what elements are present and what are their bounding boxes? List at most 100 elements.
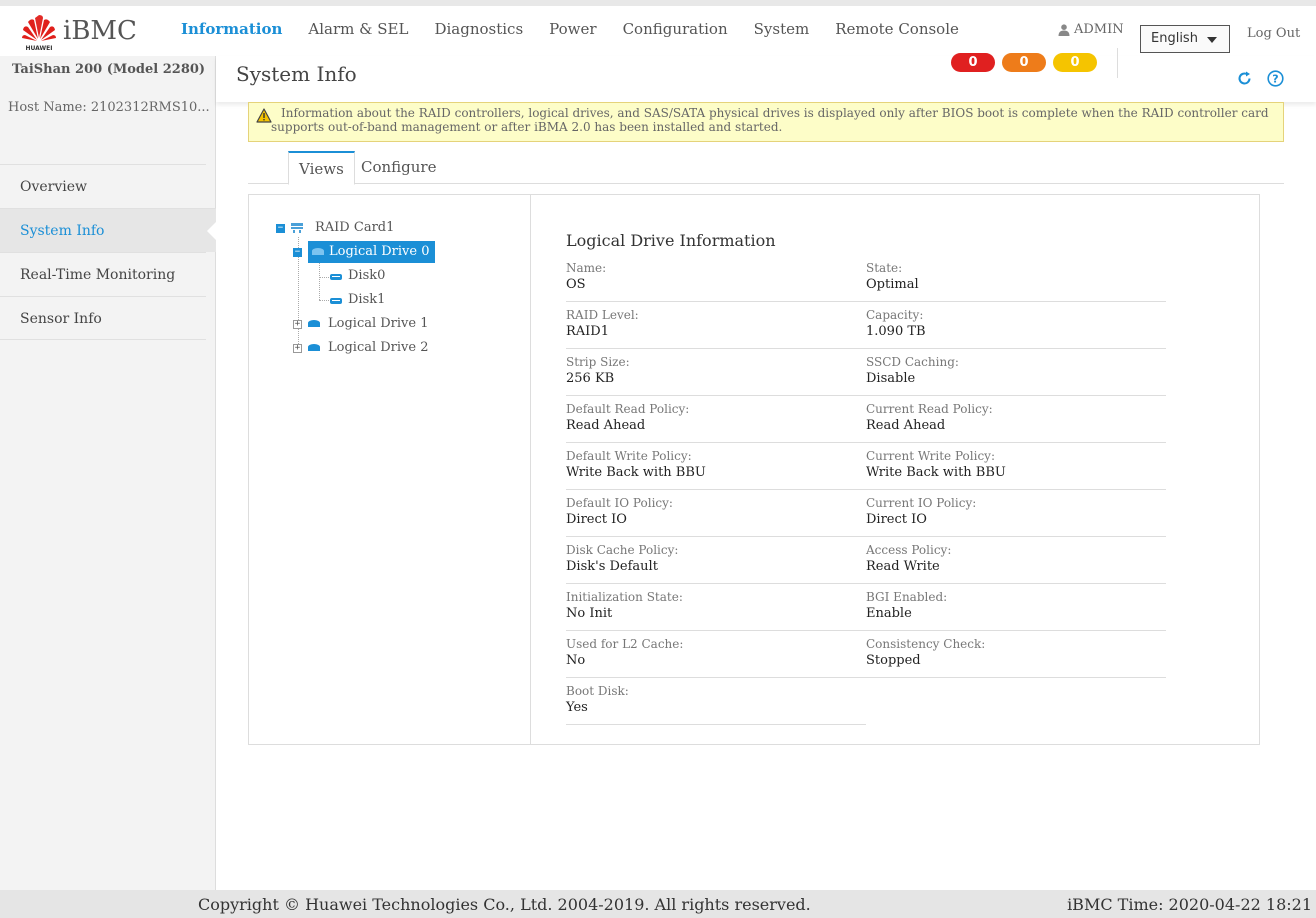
field-value: RAID1 (566, 324, 610, 339)
sidebar-menu: Overview System Info Real-Time Monitorin… (0, 164, 216, 340)
language-select[interactable]: English (1140, 25, 1230, 53)
help-icon[interactable]: ? (1267, 70, 1284, 87)
page-title: System Info (236, 62, 357, 86)
field-value: No (566, 653, 586, 668)
field-label: RAID Level: (566, 308, 639, 322)
tree-label: Disk1 (348, 292, 386, 307)
detail-field: Default Write Policy: Write Back with BBU (566, 443, 866, 490)
svg-text:HUAWEI: HUAWEI (25, 45, 52, 52)
field-value: Read Ahead (866, 418, 946, 433)
detail-field: Current Write Policy: Write Back with BBU (866, 443, 1166, 490)
warning-text: Information about the RAID controllers, … (271, 106, 1269, 134)
field-value: Read Ahead (566, 418, 646, 433)
field-value: Write Back with BBU (866, 465, 1006, 480)
field-label: Consistency Check: (866, 637, 986, 651)
top-header: HUAWEI iBMC Information Alarm & SEL Diag… (0, 0, 1316, 56)
field-value: 256 KB (566, 371, 615, 386)
major-alarm-badge[interactable]: 0 (1002, 53, 1046, 72)
tree-node-disk1[interactable]: Disk1 (330, 289, 385, 311)
chevron-down-icon (1207, 37, 1217, 43)
detail-field: Access Policy: Read Write (866, 537, 1166, 584)
sidebar-item-sensor-info[interactable]: Sensor Info (0, 296, 206, 340)
detail-field: Name: OS (566, 255, 866, 302)
logout-link[interactable]: Log Out (1247, 26, 1300, 41)
raid-card-icon (291, 223, 303, 233)
field-value: Stopped (866, 653, 921, 668)
field-label: Used for L2 Cache: (566, 637, 684, 651)
detail-field: Strip Size: 256 KB (566, 349, 866, 396)
raid-panel: − RAID Card1 − Logical Drive 0 Disk0 Dis… (248, 194, 1260, 745)
expand-icon[interactable]: + (293, 319, 302, 329)
detail-field: Capacity: 1.090 TB (866, 302, 1166, 349)
nav-alarm-sel[interactable]: Alarm & SEL (295, 6, 421, 62)
user-menu[interactable]: ADMIN (1058, 22, 1124, 37)
sidebar-item-overview[interactable]: Overview (0, 164, 206, 208)
tree-node-disk0[interactable]: Disk0 (330, 265, 385, 287)
tab-configure[interactable]: Configure (351, 151, 446, 184)
tree-label: Disk0 (348, 268, 386, 283)
tree-node-logical-drive-1[interactable]: + Logical Drive 1 (293, 313, 429, 335)
field-label: Current Write Policy: (866, 449, 995, 463)
tree-label: Logical Drive 2 (328, 340, 429, 355)
tree-label: RAID Card1 (315, 220, 395, 235)
nav-diagnostics[interactable]: Diagnostics (421, 6, 536, 62)
logical-drive-detail: Logical Drive Information Name: OS State: O… (531, 195, 1259, 744)
expand-icon[interactable]: + (293, 343, 302, 353)
brand-name: iBMC (63, 16, 137, 46)
tree-node-logical-drive-0[interactable]: − Logical Drive 0 (293, 241, 435, 263)
detail-field: BGI Enabled: Enable (866, 584, 1166, 631)
field-value: Disable (866, 371, 916, 386)
detail-field: Boot Disk: Yes (566, 678, 866, 725)
warning-icon (256, 108, 272, 123)
divider (1117, 48, 1118, 78)
nav-information[interactable]: Information (168, 6, 295, 62)
sidebar-item-system-info[interactable]: System Info (0, 208, 216, 252)
field-label: Disk Cache Policy: (566, 543, 679, 557)
collapse-icon[interactable]: − (293, 247, 302, 257)
field-label: Current IO Policy: (866, 496, 977, 510)
detail-title: Logical Drive Information (566, 231, 776, 250)
field-value: Optimal (866, 277, 919, 292)
detail-field: Default Read Policy: Read Ahead (566, 396, 866, 443)
detail-field: Initialization State: No Init (566, 584, 866, 631)
refresh-icon[interactable] (1236, 70, 1253, 87)
sidebar: TaiShan 200 (Model 2280) Host Name: 2102… (0, 56, 216, 890)
tab-views[interactable]: Views (288, 151, 355, 185)
detail-field: Current Read Policy: Read Ahead (866, 396, 1166, 443)
username: ADMIN (1074, 22, 1124, 37)
detail-field: Used for L2 Cache: No (566, 631, 866, 678)
field-value: OS (566, 277, 586, 292)
user-icon (1058, 23, 1070, 36)
field-label: Name: (566, 261, 607, 275)
minor-alarm-badge[interactable]: 0 (1053, 53, 1097, 72)
nav-configuration[interactable]: Configuration (610, 6, 741, 62)
tree-connector (319, 277, 329, 278)
field-label: Capacity: (866, 308, 924, 322)
field-label: SSCD Caching: (866, 355, 959, 369)
raid-tree: − RAID Card1 − Logical Drive 0 Disk0 Dis… (249, 195, 531, 744)
logical-drive-icon (312, 248, 324, 255)
sidebar-item-real-time-monitoring[interactable]: Real-Time Monitoring (0, 252, 206, 296)
field-label: Default Write Policy: (566, 449, 692, 463)
field-label: Current Read Policy: (866, 402, 993, 416)
field-label: Default IO Policy: (566, 496, 673, 510)
nav-remote-console[interactable]: Remote Console (822, 6, 972, 62)
nav-system[interactable]: System (741, 6, 823, 62)
field-label: Access Policy: (866, 543, 952, 557)
field-value: Enable (866, 606, 912, 621)
tab-bar: Views Configure (248, 151, 1284, 185)
tree-node-raid-card[interactable]: − RAID Card1 (276, 217, 398, 239)
host-name: Host Name: 2102312RMS10... (8, 100, 210, 115)
critical-alarm-badge[interactable]: 0 (951, 53, 995, 72)
disk-icon (330, 274, 342, 280)
footer: Copyright © Huawei Technologies Co., Ltd… (0, 890, 1316, 918)
nav-power[interactable]: Power (536, 6, 609, 62)
detail-field: Disk Cache Policy: Disk's Default (566, 537, 866, 584)
copyright: Copyright © Huawei Technologies Co., Ltd… (198, 895, 811, 914)
field-label: Boot Disk: (566, 684, 629, 698)
field-value: 1.090 TB (866, 324, 926, 339)
tree-node-logical-drive-2[interactable]: + Logical Drive 2 (293, 337, 429, 359)
tree-label: Logical Drive 0 (329, 244, 430, 259)
collapse-icon[interactable]: − (276, 223, 285, 233)
disk-icon (330, 298, 342, 304)
